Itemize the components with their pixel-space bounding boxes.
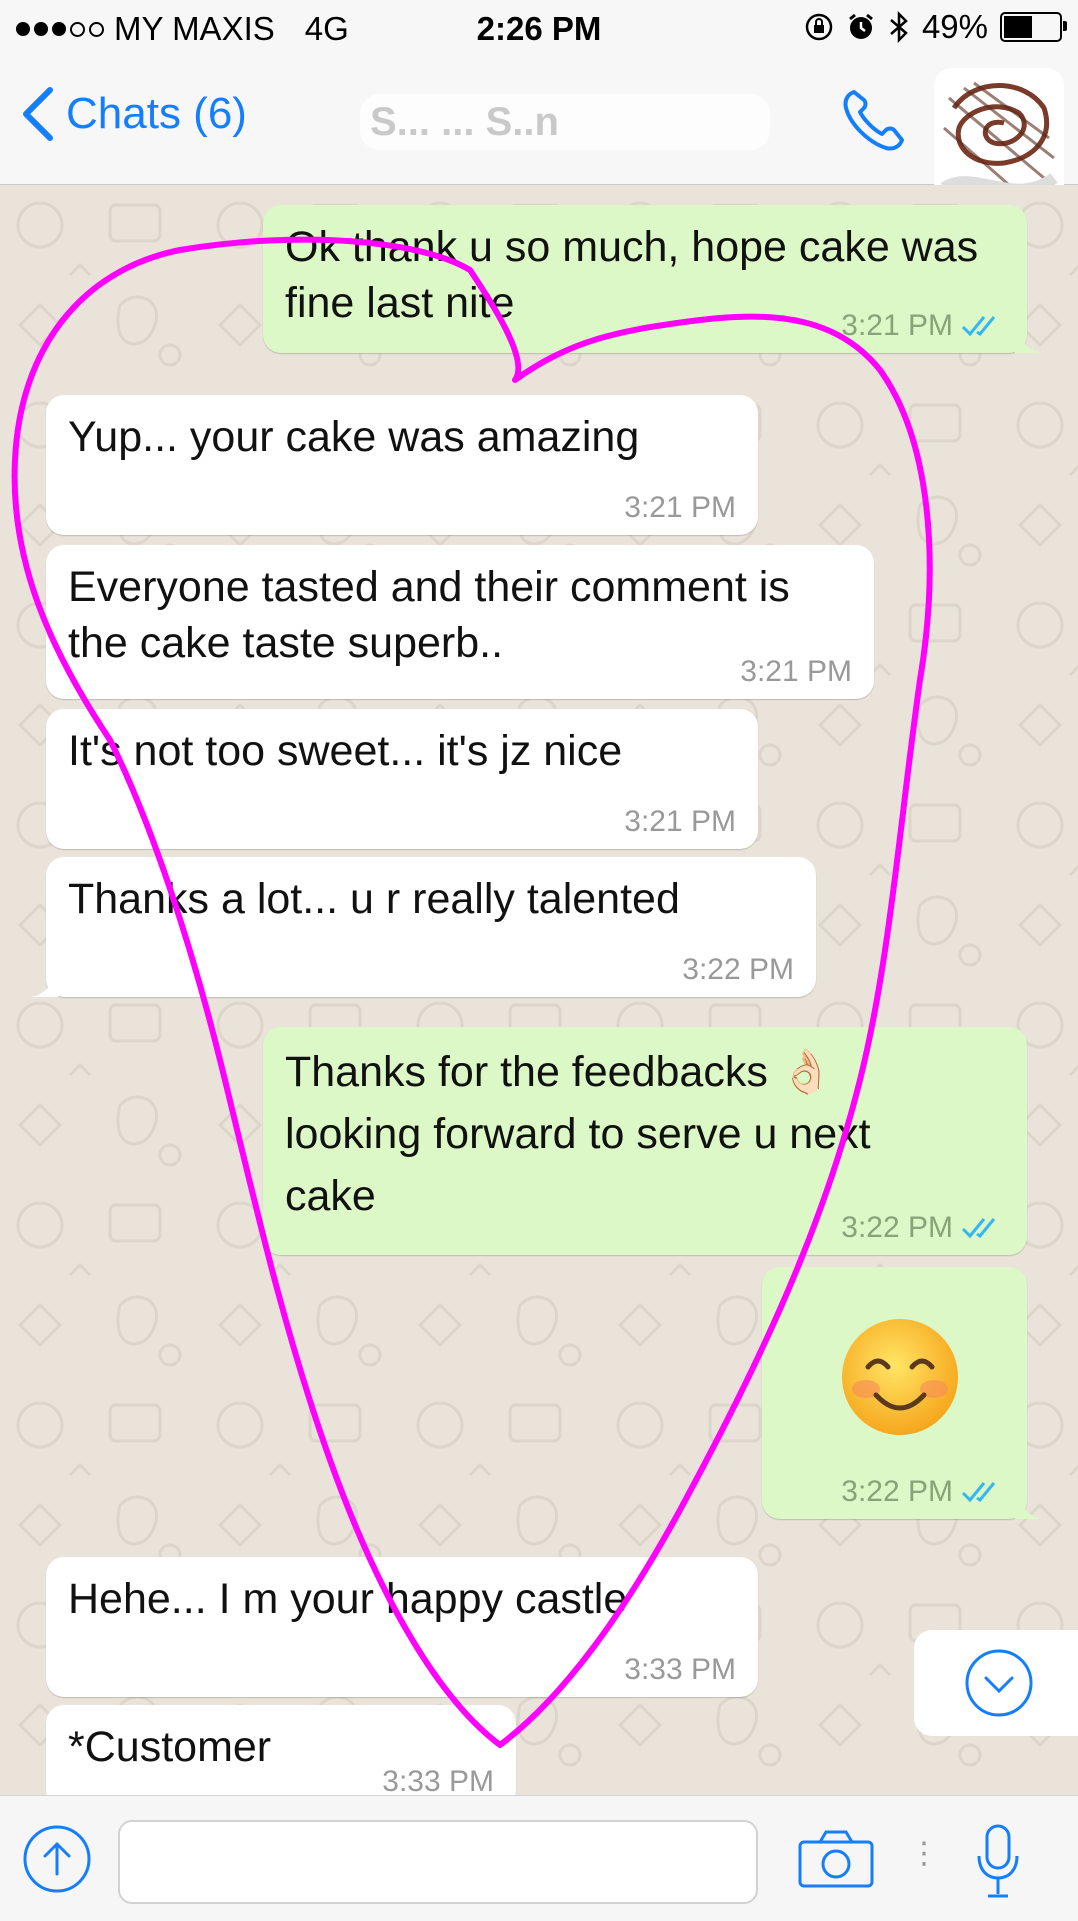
contact-name-text: S... ... S..n — [370, 100, 559, 144]
battery-percent: 49% — [921, 8, 988, 45]
message-list[interactable]: Ok thank u so much, hope cake was fine l… — [0, 185, 1078, 1795]
message-time: 3:33 PM — [624, 1653, 736, 1686]
message-bubble-incoming[interactable]: *Customer 3:33 PM — [46, 1705, 516, 1795]
smiling-face-emoji — [842, 1319, 958, 1435]
back-button[interactable]: Chats (6) — [20, 86, 247, 142]
separator: ⋮ — [909, 1837, 939, 1870]
message-bubble-outgoing[interactable]: Thanks for the feedbacks 👌🏻 looking forw… — [263, 1027, 1027, 1255]
message-text: Yup... your cake was amazing — [68, 413, 640, 461]
double-check-icon — [961, 1482, 996, 1503]
orientation-lock-icon — [805, 13, 833, 41]
message-time: 3:21 PM — [740, 655, 852, 688]
message-text: Everyone tasted and their comment is the… — [68, 563, 790, 667]
camera-icon[interactable] — [796, 1828, 876, 1890]
message-time: 3:33 PM — [382, 1765, 494, 1795]
message-time: 3:21 PM — [624, 491, 736, 524]
bubble-tail — [1015, 1493, 1041, 1519]
chat-header: Chats (6) S... ... S..n — [0, 58, 1078, 228]
alarm-icon — [849, 13, 873, 39]
double-check-icon — [961, 1218, 996, 1239]
message-text: Thanks a lot... u r really talented — [68, 875, 680, 923]
message-time: 3:21 PM — [841, 309, 1005, 343]
message-time: 3:22 PM — [682, 953, 794, 986]
message-bubble-outgoing[interactable]: Ok thank u so much, hope cake was fine l… — [263, 205, 1041, 353]
contact-name[interactable]: S... ... S..n — [360, 94, 770, 150]
back-label: Chats (6) — [66, 89, 247, 138]
message-text: Thanks for the feedbacks 👌🏻 looking forw… — [285, 1048, 871, 1220]
phone-icon[interactable] — [838, 84, 910, 156]
status-right: 49% — [804, 8, 1067, 46]
battery-icon — [1000, 12, 1067, 42]
message-bubble-outgoing-emoji[interactable]: 3:22 PM — [762, 1267, 1041, 1519]
message-bubble-incoming[interactable]: Thanks a lot... u r really talented 3:22… — [32, 857, 816, 997]
message-text: It's not too sweet... it's jz nice — [68, 727, 623, 775]
scroll-to-bottom-button[interactable] — [914, 1630, 1078, 1736]
compose-bar: ⋮ — [0, 1795, 1078, 1921]
message-text: Hehe... I m your happy castle — [68, 1575, 628, 1623]
message-bubble-incoming[interactable]: It's not too sweet... it's jz nice 3:21 … — [46, 709, 758, 849]
chevron-left-icon — [23, 87, 53, 141]
message-input[interactable] — [118, 1820, 758, 1904]
bubble-tail — [1015, 327, 1041, 353]
double-check-icon — [961, 316, 996, 337]
message-time: 3:22 PM — [841, 1475, 1005, 1509]
bluetooth-icon — [890, 11, 908, 43]
bubble-tail — [51, 1783, 58, 1795]
upload-icon[interactable] — [20, 1822, 94, 1896]
message-bubble-incoming[interactable]: Hehe... I m your happy castle 3:33 PM — [46, 1557, 758, 1697]
bubble-tail — [32, 971, 58, 997]
message-time: 3:22 PM — [841, 1211, 1005, 1245]
microphone-icon[interactable] — [975, 1822, 1021, 1900]
chevron-down-circle-icon — [965, 1649, 1033, 1717]
status-bar: MY MAXIS 4G 2:26 PM 49% — [0, 0, 1078, 58]
message-time: 3:21 PM — [624, 805, 736, 838]
message-bubble-incoming[interactable]: Everyone tasted and their comment is the… — [46, 545, 874, 699]
message-bubble-incoming[interactable]: Yup... your cake was amazing 3:21 PM — [46, 395, 758, 535]
